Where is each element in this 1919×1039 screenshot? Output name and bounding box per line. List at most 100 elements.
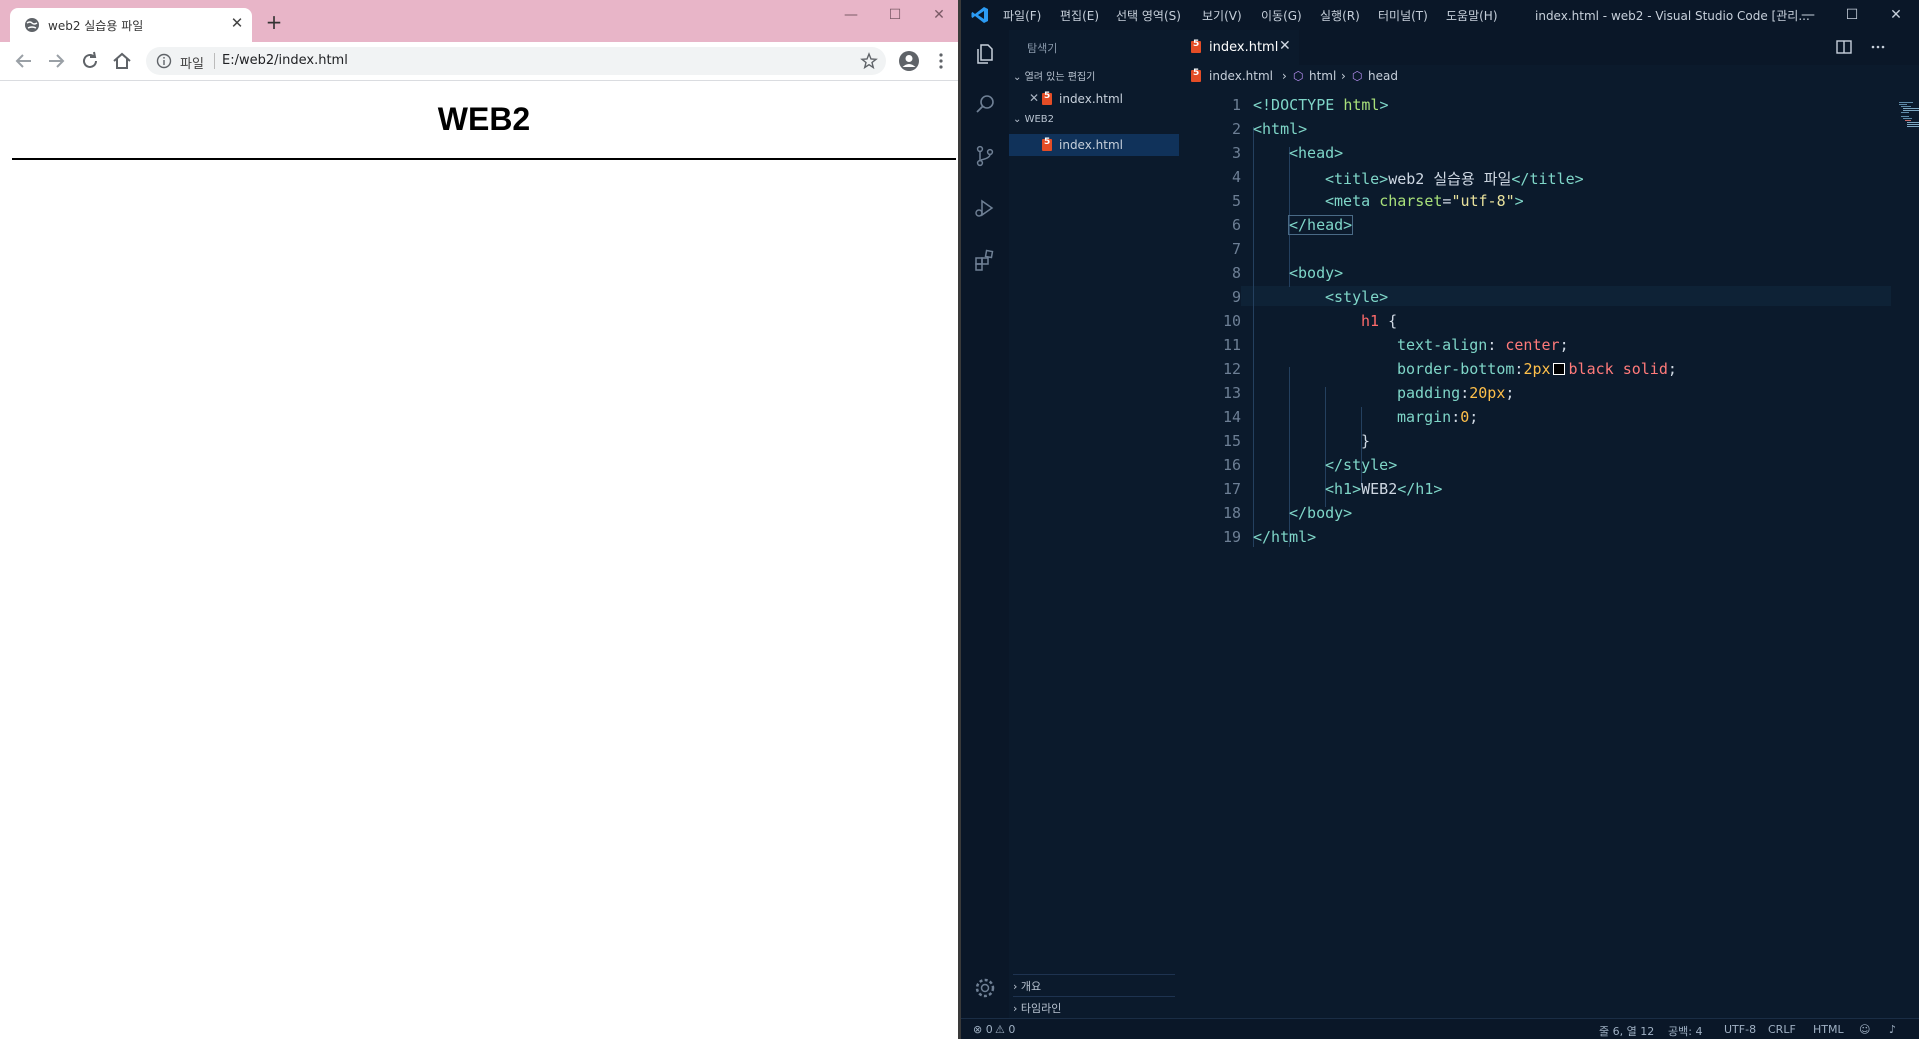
code-editor[interactable]: 1 2 3 4 5 6 7 8 9 10 11 12 13 14 15 16 1… [1179, 87, 1919, 987]
maximize-button[interactable]: ☐ [880, 4, 910, 26]
feedback-icon[interactable]: ☺ [1859, 1023, 1870, 1036]
code-token: </title> [1511, 170, 1584, 188]
status-language[interactable]: HTML [1813, 1023, 1844, 1036]
menu-view[interactable]: 보기(V) [1202, 7, 1242, 24]
home-icon[interactable] [110, 50, 134, 72]
vscode-titlebar: 파일(F) 편집(E) 선택 영역(S) 보기(V) 이동(G) 실행(R) 터… [961, 0, 1919, 30]
minimize-button[interactable]: — [1793, 4, 1823, 26]
line-number: 13 [1222, 384, 1241, 402]
code-token: <h1> [1325, 480, 1362, 498]
reload-icon[interactable] [78, 50, 102, 72]
code-line: </style> [1325, 456, 1398, 474]
close-icon[interactable]: ✕ [1029, 91, 1039, 105]
code-token: { [1379, 312, 1398, 330]
new-tab-button[interactable]: + [264, 12, 284, 32]
minimize-button[interactable]: — [836, 4, 866, 26]
star-icon[interactable] [860, 52, 878, 70]
close-window-button[interactable]: ✕ [924, 4, 954, 26]
code-line: <html> [1253, 120, 1308, 138]
activity-bar [961, 30, 1009, 1018]
page-heading: WEB2 [12, 81, 956, 160]
line-number: 11 [1222, 336, 1241, 354]
open-editor-item[interactable]: ✕ index.html [1009, 88, 1179, 110]
extensions-icon[interactable] [973, 248, 997, 272]
line-number: 6 [1231, 216, 1241, 234]
source-control-icon[interactable] [973, 144, 997, 168]
code-token: > [1514, 192, 1524, 210]
breadcrumb-file[interactable]: index.html [1209, 69, 1273, 83]
color-swatch-icon[interactable] [1552, 363, 1565, 375]
code-token: : [1460, 384, 1470, 402]
close-window-button[interactable]: ✕ [1881, 4, 1911, 26]
code-line: <!DOCTYPE html> [1253, 96, 1388, 114]
menu-terminal[interactable]: 터미널(T) [1378, 7, 1428, 24]
section-divider [1013, 974, 1175, 975]
status-indentation[interactable]: 공백: 4 [1668, 1023, 1702, 1039]
chevron-right-icon: › [1013, 980, 1021, 993]
line-number: 15 [1222, 432, 1241, 450]
info-icon[interactable] [156, 53, 172, 69]
status-eol[interactable]: CRLF [1768, 1023, 1796, 1036]
line-number: 10 [1222, 312, 1241, 330]
close-icon[interactable]: ✕ [228, 14, 246, 32]
workspace-folder-section[interactable]: ⌄ WEB2 [1013, 114, 1054, 125]
minimap[interactable] [1897, 100, 1919, 140]
line-number: 3 [1231, 144, 1241, 162]
kebab-menu-icon[interactable] [936, 50, 946, 72]
editor-tab-active[interactable]: index.html ✕ [1179, 30, 1299, 65]
editor-tabs: index.html ✕ [1179, 30, 1919, 65]
menu-selection[interactable]: 선택 영역(S) [1116, 7, 1181, 24]
breadcrumb-html[interactable]: html [1309, 69, 1336, 83]
open-editors-section[interactable]: ⌄ 열려 있는 편집기 [1013, 68, 1095, 83]
explorer-file-item[interactable]: index.html [1009, 134, 1179, 156]
close-icon[interactable]: ✕ [1279, 38, 1291, 54]
back-arrow-icon[interactable] [12, 50, 36, 72]
line-number: 9 [1231, 288, 1241, 306]
outline-section[interactable]: › 개요 [1013, 978, 1041, 994]
chevron-down-icon: ⌄ [1013, 114, 1025, 125]
breadcrumb: index.html › ⬡ html › ⬡ head [1179, 65, 1919, 87]
menu-run[interactable]: 실행(R) [1320, 7, 1360, 24]
code-token: : [1487, 336, 1506, 354]
status-warnings[interactable]: ⚠ 0 [995, 1023, 1015, 1036]
code-token: border-bottom [1397, 360, 1515, 378]
code-token: ; [1469, 408, 1479, 426]
forward-arrow-icon[interactable] [44, 50, 68, 72]
status-bar: ⊗ 0 ⚠ 0 줄 6, 열 12 공백: 4 UTF-8 CRLF HTML … [961, 1018, 1919, 1039]
timeline-section[interactable]: › 타임라인 [1013, 1000, 1061, 1016]
html-file-icon [1191, 39, 1201, 53]
code-token: ; [1559, 336, 1569, 354]
search-icon[interactable] [973, 92, 997, 116]
code-token: charset [1379, 192, 1443, 210]
url-text[interactable]: E:/web2/index.html [222, 53, 348, 68]
workspace-folder-label: WEB2 [1024, 114, 1054, 125]
explorer-files-icon[interactable] [973, 42, 997, 66]
status-cursor-position[interactable]: 줄 6, 열 12 [1599, 1023, 1654, 1039]
window-title: index.html - web2 - Visual Studio Code [… [1535, 9, 1810, 23]
menu-file[interactable]: 파일(F) [1003, 7, 1041, 24]
line-number: 8 [1231, 264, 1241, 282]
address-bar[interactable]: 파일 E:/web2/index.html [146, 47, 886, 75]
code-token: ; [1505, 384, 1515, 402]
more-actions-icon[interactable] [1869, 38, 1887, 56]
vscode-window: 파일(F) 편집(E) 선택 영역(S) 보기(V) 이동(G) 실행(R) 터… [961, 0, 1919, 1039]
split-editor-icon[interactable] [1835, 38, 1853, 56]
run-debug-icon[interactable] [973, 196, 997, 220]
code-token: center [1505, 336, 1560, 354]
maximize-button[interactable]: ☐ [1837, 4, 1867, 26]
menu-go[interactable]: 이동(G) [1261, 7, 1302, 24]
profile-avatar-icon[interactable] [898, 50, 920, 72]
status-encoding[interactable]: UTF-8 [1724, 1023, 1756, 1036]
breadcrumb-head[interactable]: head [1368, 69, 1398, 83]
browser-tab[interactable]: web2 실습용 파일 ✕ [10, 8, 252, 42]
code-line: <style> [1325, 288, 1389, 306]
gear-icon[interactable] [973, 976, 997, 1000]
chevron-down-icon: ⌄ [1013, 72, 1025, 83]
bell-icon[interactable]: ♪ [1889, 1023, 1896, 1036]
line-number: 2 [1231, 120, 1241, 138]
menu-help[interactable]: 도움말(H) [1446, 7, 1498, 24]
status-errors[interactable]: ⊗ 0 [973, 1023, 993, 1036]
timeline-label: 타임라인 [1020, 1002, 1062, 1015]
menu-edit[interactable]: 편집(E) [1060, 7, 1099, 24]
open-editor-filename: index.html [1059, 92, 1123, 106]
